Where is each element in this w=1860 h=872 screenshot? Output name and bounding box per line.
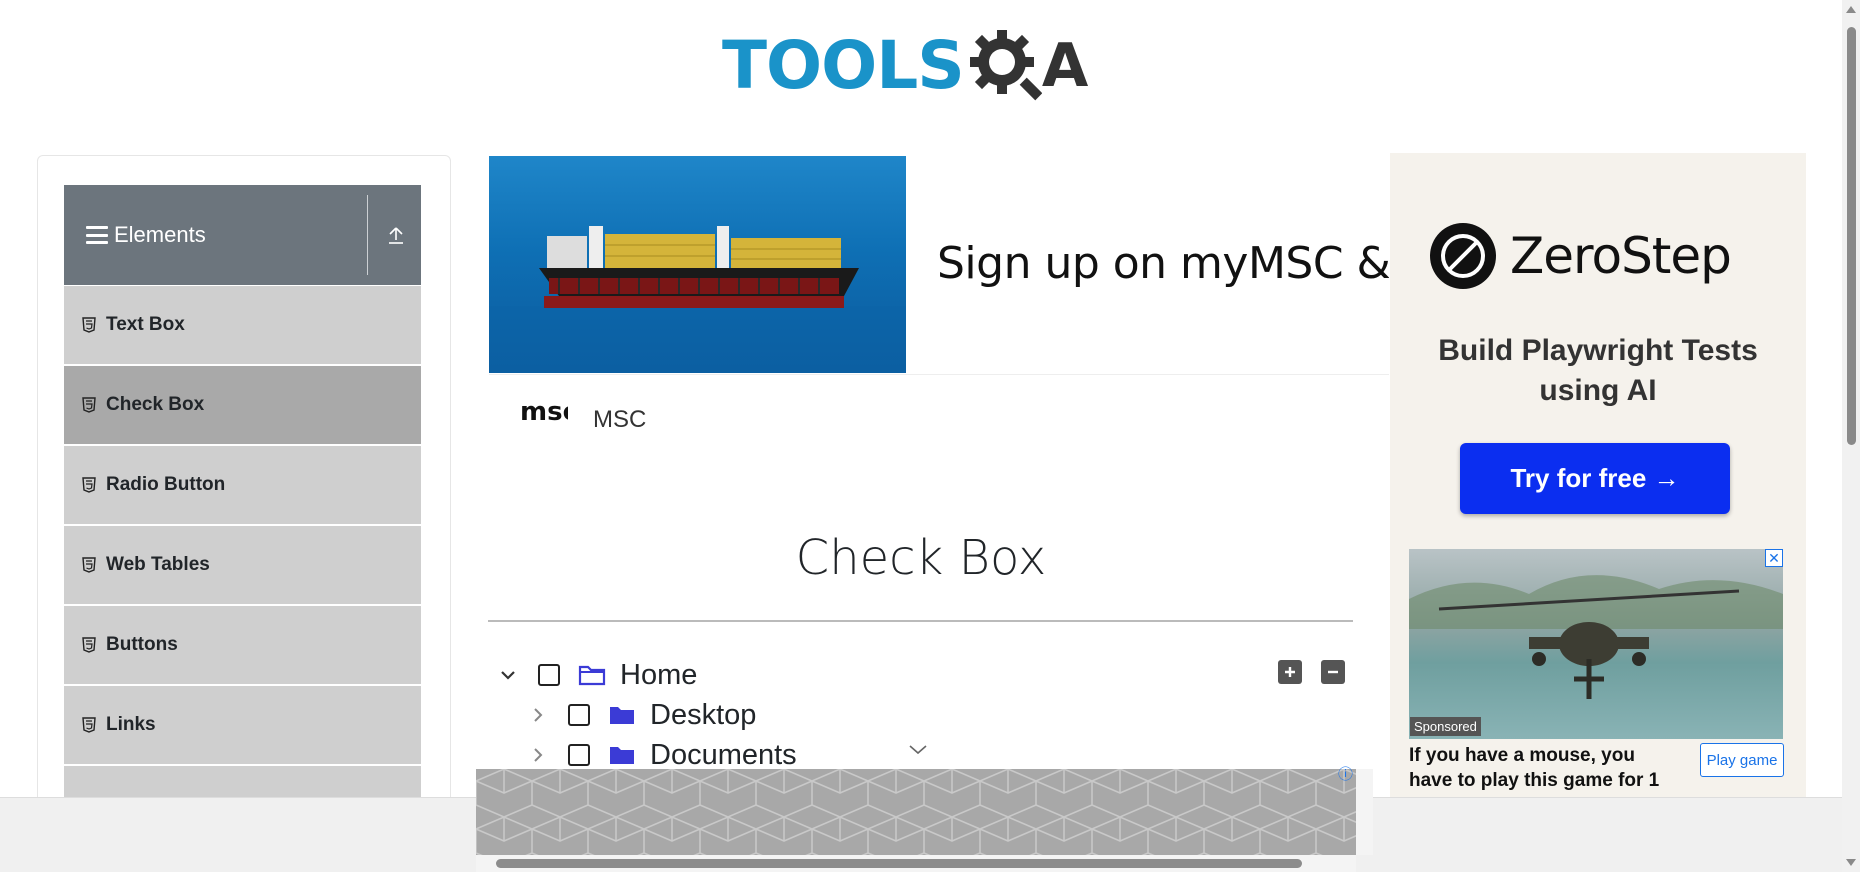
tree-label-desktop[interactable]: Desktop [650,699,756,732]
folder-open-icon [578,664,606,686]
sidebar-menu-list: Text Box Check Box Radio Button Web Tabl… [64,286,421,846]
folder-icon [608,704,636,726]
zerostep-tagline: Build Playwright Tests using AI [1438,334,1758,407]
upload-arrow-icon [388,227,403,244]
tree-label-documents[interactable]: Documents [650,739,797,772]
ad-divider [489,374,1389,375]
chevron-down-icon[interactable] [498,665,518,685]
helicopter-game-image[interactable] [1409,549,1783,739]
gear-magnifier-icon [969,30,1042,101]
html5-icon [82,557,96,573]
sidebar-item-links[interactable]: Links [64,686,421,764]
chevron-down-icon[interactable] [908,744,928,756]
sidebar-item-check-box[interactable]: Check Box [64,366,421,444]
logo-gear-q: A [968,26,1088,106]
scroll-down-arrow-icon[interactable] [1846,859,1856,866]
logo-text-a: A [1041,31,1089,101]
game-ad-text[interactable]: If you have a mouse, you have to play th… [1409,743,1679,793]
sidebar-group-header[interactable]: Elements [64,185,421,285]
header-divider [367,195,368,275]
toolsqa-logo[interactable]: TOOLS A [722,18,1088,114]
minus-icon [1328,670,1338,674]
sidebar-item-text-box[interactable]: Text Box [64,286,421,364]
msc-logo: msc [514,396,578,448]
sidebar-item-web-tables[interactable]: Web Tables [64,526,421,604]
scroll-up-arrow-icon[interactable] [1846,6,1856,13]
play-game-button[interactable]: Play game [1700,743,1784,777]
container-ship-image [489,156,906,373]
chevron-right-icon[interactable] [528,745,548,765]
sidebar-item-label: Text Box [106,314,185,335]
sponsored-label: Sponsored [1410,717,1481,736]
tree-checkbox-home[interactable] [538,664,560,686]
html5-icon [82,637,96,653]
bottom-ad-vertical-scrollbar[interactable] [1356,769,1373,855]
html5-icon [82,397,96,413]
tree-checkbox-desktop[interactable] [568,704,590,726]
html5-icon [82,717,96,733]
page-scroll-thumb[interactable] [1847,27,1856,445]
ad-close-icon[interactable]: ✕ [1765,549,1783,567]
chevron-right-icon[interactable] [528,705,548,725]
zerostep-brand: ZeroStep [1510,227,1732,285]
ad-headline: Sign up on myMSC & B [937,238,1389,289]
folder-icon [608,744,636,766]
sidebar-item-radio-button[interactable]: Radio Button [64,446,421,524]
sidebar-item-label: Check Box [106,394,205,415]
tree-node-desktop: Desktop [528,698,756,732]
expand-all-button[interactable] [1278,660,1302,684]
tree-label-home[interactable]: Home [620,659,697,692]
html5-icon [82,317,96,333]
tree-node-documents: Documents [528,738,797,772]
page-title: Check Box [795,530,1047,586]
page-scrollbar[interactable] [1842,0,1860,872]
ad-brand-name: MSC [593,406,647,433]
title-divider [488,620,1353,622]
hamburger-icon [86,226,108,244]
logo-text-tools: TOOLS [722,27,965,104]
sidebar-item-label: Buttons [106,634,178,655]
plus-icon [1285,667,1295,677]
zerostep-logo-icon [1430,223,1496,289]
tree-node-home: Home [498,658,697,692]
html5-icon [82,477,96,493]
svg-text:msc: msc [520,397,568,427]
sidebar-item-label: Web Tables [106,554,210,575]
sidebar-item-label: Links [106,714,156,735]
collapse-group-button[interactable] [370,185,421,285]
page: TOOLS A Elements Text Box Check Box Radi… [0,0,1860,872]
try-for-free-button[interactable]: Try for free → [1460,443,1730,514]
collapse-all-button[interactable] [1321,660,1345,684]
sidebar-group-title: Elements [114,222,206,247]
tree-checkbox-documents[interactable] [568,744,590,766]
sidebar-item-buttons[interactable]: Buttons [64,606,421,684]
bottom-ad-scroll-thumb[interactable] [496,859,1302,868]
msc-ad-banner[interactable]: Sign up on myMSC & B msc MSC [489,156,1389,464]
sidebar-item-label: Radio Button [106,474,226,495]
